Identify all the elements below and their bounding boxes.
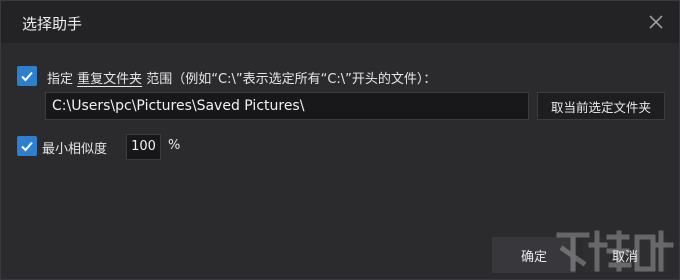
check-icon xyxy=(21,71,33,82)
folder-path-input[interactable]: C:\Users\pc\Pictures\Saved Pictures\ xyxy=(45,92,529,120)
similarity-checkbox[interactable] xyxy=(17,136,37,156)
similarity-input[interactable]: 100 xyxy=(126,134,161,160)
dialog-title: 选择助手 xyxy=(22,15,83,33)
dialog: 选择助手 指定 重复文件夹 范围（例如“C:\”表示选定所有“C:\”开头的文件… xyxy=(0,0,680,280)
scope-label: 指定 重复文件夹 范围（例如“C:\”表示选定所有“C:\”开头的文件）： xyxy=(47,68,436,87)
cancel-button[interactable]: 取消 xyxy=(583,237,667,273)
scope-checkbox[interactable] xyxy=(17,66,37,86)
ok-button[interactable]: 确定 xyxy=(492,237,576,273)
duplicate-folder-link[interactable]: 重复文件夹 xyxy=(77,72,142,87)
close-icon[interactable] xyxy=(647,13,665,31)
scope-suffix: 范围（例如“C:\”表示选定所有“C:\”开头的文件）： xyxy=(142,72,437,87)
scope-prefix: 指定 xyxy=(47,72,78,87)
title-bar: 选择助手 xyxy=(1,1,679,43)
similarity-label: 最小相似度 xyxy=(42,142,108,157)
check-icon xyxy=(21,141,33,152)
percent-unit: % xyxy=(168,138,181,153)
pick-current-folder-button[interactable]: 取当前选定文件夹 xyxy=(537,92,665,120)
